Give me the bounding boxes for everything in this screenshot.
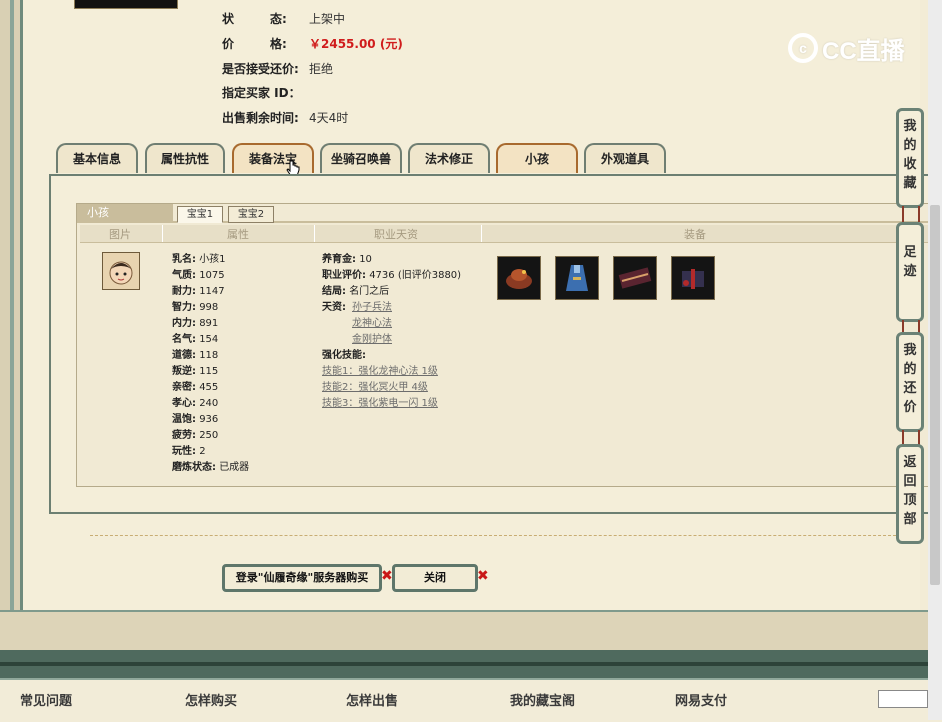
tab-attribute-resistance[interactable]: 属性抗性 (145, 143, 225, 173)
column-header-image: 图片 (109, 228, 131, 241)
buyer-id-label: 指定买家 ID： (222, 86, 301, 100)
kid-avatar (102, 252, 140, 290)
talent-link[interactable]: 金刚护体 (352, 333, 392, 346)
counter-offer-value: 拒绝 (309, 62, 334, 76)
watermark-text: CC直播 (822, 37, 905, 65)
tab-spell-correction[interactable]: 法术修正 (408, 143, 490, 173)
footer-link-netease-pay[interactable]: 网易支付 (675, 690, 727, 709)
status-label: 状 态: (222, 12, 287, 26)
cc-circle-icon: c (788, 33, 818, 63)
attr-row: 温饱: 936 (172, 414, 219, 425)
side-button-label: 我的还价 (903, 343, 917, 415)
price-label: 价 格: (222, 37, 287, 51)
item-thumbnail (74, 0, 178, 9)
kid-header: 小孩 (77, 204, 173, 222)
gift-box-icon[interactable] (671, 256, 715, 300)
time-left-value: 4天4时 (309, 111, 349, 125)
side-button-label: 足迹 (903, 245, 917, 279)
attr-row: 智力: 998 (172, 302, 219, 313)
counter-offer-label: 是否接受还价: (222, 62, 299, 76)
status-value: 上架中 (309, 12, 346, 26)
career-rating: 职业评价: 4736 (旧评价3880) (322, 270, 462, 281)
column-header-row (80, 225, 942, 243)
kid-face-icon (109, 261, 133, 285)
price-value: ￥2455.00 (元) (309, 37, 403, 51)
skill-link[interactable]: 技能3：强化紫电一闪 1级 (322, 397, 438, 410)
attr-row: 乳名: 小孩1 (172, 254, 226, 265)
column-separator (314, 225, 315, 242)
side-back-to-top-button[interactable]: 返回顶部 (896, 444, 924, 544)
footer-band-stripe (0, 662, 942, 666)
column-separator (481, 225, 482, 242)
tab-kid[interactable]: 小孩 (496, 143, 578, 173)
side-my-offers-button[interactable]: 我的还价 (896, 332, 924, 432)
close-button[interactable]: 关闭 (392, 564, 478, 592)
subtab-baby-1[interactable]: 宝宝1 (177, 206, 223, 223)
footer-link-how-to-buy[interactable]: 怎样购买 (185, 690, 237, 709)
login-buy-button[interactable]: 登录"仙履奇缘"服务器购买 (222, 564, 382, 592)
attr-row: 疲劳: 250 (172, 430, 219, 441)
tab-appearance-items[interactable]: 外观道具 (584, 143, 666, 173)
side-button-label: 返回顶部 (903, 455, 917, 527)
attr-row: 玩性: 2 (172, 446, 206, 457)
footer-nav (0, 678, 942, 722)
bottom-frame (0, 610, 942, 652)
side-button-label: 我的收藏 (903, 119, 917, 191)
footer-link-faq[interactable]: 常见问题 (20, 690, 72, 709)
career-skills-label: 强化技能: (322, 350, 366, 361)
x-mark-icon: ✖ (381, 568, 393, 584)
attr-row: 孝心: 240 (172, 398, 219, 409)
career-ending: 结局: 名门之后 (322, 286, 390, 297)
column-separator (162, 225, 163, 242)
tab-basic-info[interactable]: 基本信息 (56, 143, 138, 173)
attr-row: 磨炼状态: 已成器 (172, 462, 250, 473)
attr-row: 叛逆: 115 (172, 366, 219, 377)
hat-icon[interactable] (497, 256, 541, 300)
cc-watermark-logo: c CC直播 (788, 30, 912, 66)
footer-link-my-treasure[interactable]: 我的藏宝阁 (510, 690, 575, 709)
column-header-equipment: 装备 (684, 228, 706, 241)
side-footprint-button[interactable]: 足迹 (896, 222, 924, 322)
scrollbar-thumb[interactable] (930, 205, 940, 585)
career-raise-gold: 养育金: 10 (322, 254, 372, 265)
career-talent-label: 天资: (322, 302, 346, 313)
tab-equipment-treasure[interactable]: 装备法宝 (232, 143, 314, 173)
time-left-label: 出售剩余时间: (222, 111, 299, 125)
robe-icon[interactable] (555, 256, 599, 300)
attr-row: 内力: 891 (172, 318, 219, 329)
left-frame-stripe (10, 0, 14, 650)
skill-link[interactable]: 技能2：强化冥火甲 4级 (322, 381, 428, 394)
footer-link-how-to-sell[interactable]: 怎样出售 (346, 690, 398, 709)
side-connector (902, 206, 920, 222)
subtab-baby-2[interactable]: 宝宝2 (228, 206, 274, 223)
attr-row: 耐力: 1147 (172, 286, 225, 297)
attr-row: 气质: 1075 (172, 270, 225, 281)
attr-row: 名气: 154 (172, 334, 219, 345)
column-header-career: 职业天资 (374, 228, 418, 241)
column-header-attributes: 属性 (227, 228, 249, 241)
skill-link[interactable]: 技能1：强化龙神心法 1级 (322, 365, 438, 378)
divider (90, 535, 896, 536)
attr-row: 道德: 118 (172, 350, 219, 361)
x-mark-icon: ✖ (477, 568, 489, 584)
qr-code-icon[interactable] (878, 690, 928, 708)
talent-link[interactable]: 孙子兵法 (352, 301, 392, 314)
weapon-box-icon[interactable] (613, 256, 657, 300)
side-my-favorites-button[interactable]: 我的收藏 (896, 108, 924, 208)
tab-mount-summon[interactable]: 坐骑召唤兽 (320, 143, 402, 173)
attr-row: 亲密: 455 (172, 382, 219, 393)
talent-link[interactable]: 龙神心法 (352, 317, 392, 330)
